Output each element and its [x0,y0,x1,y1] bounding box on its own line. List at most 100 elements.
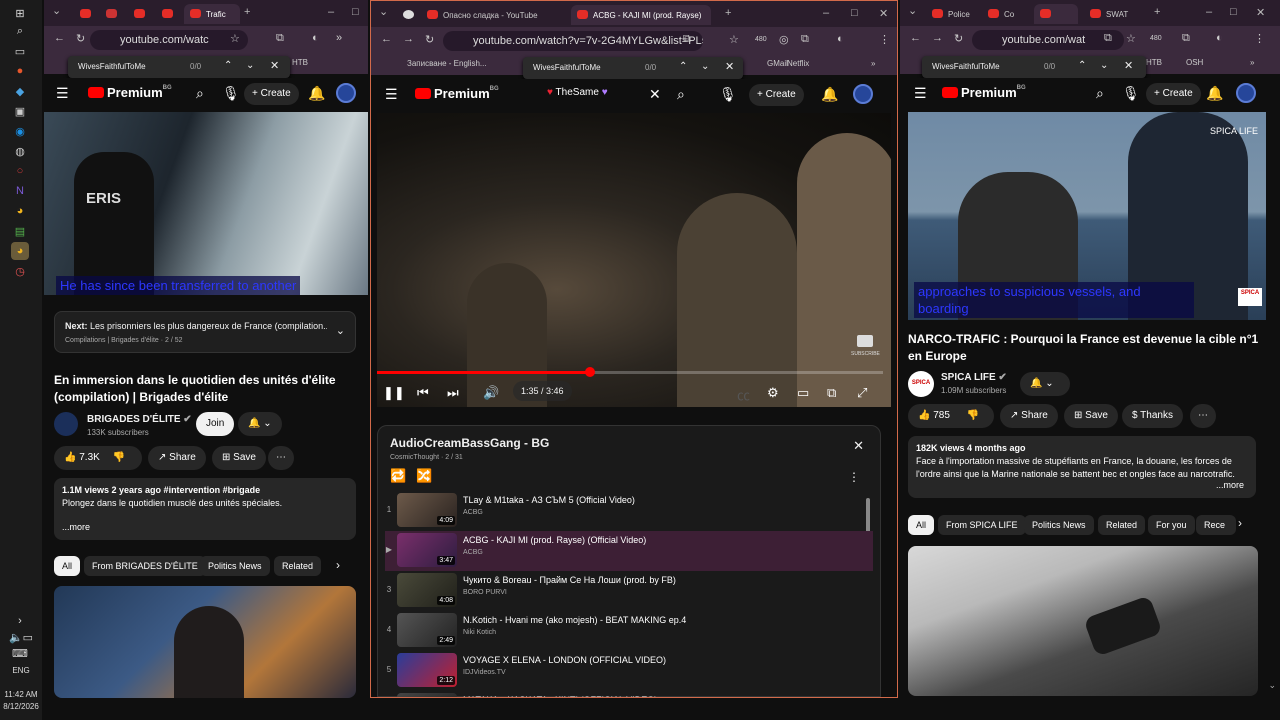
subscribe-watermark-icon[interactable] [857,335,873,347]
firefox-icon[interactable]: ● [11,62,29,80]
chevron-down-icon[interactable]: ⌄ [336,324,345,337]
chevron-up-icon[interactable]: ⌃ [1078,60,1086,71]
search-query[interactable]: ♥ TheSame ♥ [547,87,608,98]
miniplayer-icon[interactable]: ▭ [797,385,809,401]
channel-name[interactable]: BRIGADES D'ÉLITE ✔ [87,414,192,425]
chip-related[interactable]: Related [1098,515,1146,535]
app-icon[interactable]: ▣ [11,102,29,120]
find-input[interactable]: WivesFaithfulToMe [78,62,146,71]
cast-icon[interactable]: ⧉ [827,385,836,401]
more-actions-button[interactable]: ⋯ [268,446,294,470]
back-icon[interactable]: ← [54,32,65,44]
notification-bell-button[interactable]: 🔔 ⌄ [1020,372,1070,396]
clock-date[interactable]: 8/12/2026 [0,702,42,711]
chevron-up-icon[interactable]: ⌃ [224,60,232,71]
create-button[interactable]: + Create [244,83,299,105]
chip-from-channel[interactable]: From SPICA LIFE [938,515,1026,535]
previous-icon[interactable]: ⏮ [417,385,429,401]
app-icon[interactable]: ▤ [11,222,29,240]
microphone-icon[interactable]: 🎙 [222,85,240,102]
channel-avatar[interactable]: SPICA [908,371,934,397]
video-player[interactable]: SUBSCRIBE ❚❚ ⏮ ⏭ 🔊 1:35 / 3:46 ㏄ ⚙ ▭ ⧉ ⤢ [377,113,891,407]
minimize-icon[interactable]: – [823,7,829,19]
bookmark-item[interactable]: GMail [767,59,788,68]
extensions-icon[interactable]: ⧉ [276,32,284,45]
recommended-thumbnail[interactable] [54,586,356,698]
close-playlist-icon[interactable]: ✕ [853,438,864,454]
notifications-icon[interactable]: 🔔 [308,85,325,102]
reload-icon[interactable]: ↻ [954,32,963,45]
chevron-right-icon[interactable]: › [1238,516,1242,530]
chip-related[interactable]: Related [274,556,322,576]
youtube-premium-logo[interactable]: PremiumBG [942,85,1026,100]
maximize-icon[interactable]: □ [851,7,858,19]
more-link[interactable]: ...more [62,521,348,534]
notification-bell-button[interactable]: 🔔 ⌄ [238,412,282,436]
progress-scrubber[interactable] [584,367,595,377]
channel-avatar[interactable] [54,412,78,436]
menu-icon[interactable]: ☰ [56,85,69,102]
more-actions-button[interactable]: ⋯ [1190,404,1216,428]
playlist-item[interactable]: 1 4:09 TLay & M1taka - АЗ СЪМ 5 (Official … [385,491,873,531]
menu-dots-icon[interactable]: ⋮ [879,33,890,46]
keyboard-icon[interactable]: ⌨ [11,644,29,662]
playlist-menu-icon[interactable]: ⋮ [848,470,860,484]
loop-icon[interactable]: 🔁 [390,468,406,484]
playlist-item[interactable]: 6M1TAKA x KASKATA - KINTI (OFFICIAL VIDE… [385,691,873,697]
url-field[interactable]: youtube.com/wat [972,30,1124,50]
search-icon[interactable]: ⌕ [11,22,29,40]
minimize-icon[interactable]: – [328,6,334,18]
recommended-thumbnail[interactable] [908,546,1258,696]
bookmark-item[interactable]: Netflix [787,59,809,68]
playlist-item-current[interactable]: ▶ 3:47 ACBG - KAJI MI (prod. Rayse) (Offic… [385,531,873,571]
new-tab-icon[interactable]: + [725,7,731,19]
bookmark-star-icon[interactable]: ☆ [729,33,739,46]
resolution-badge[interactable]: 480 [1150,35,1162,42]
cast-icon[interactable]: ⧉ [683,33,691,46]
menu-dots-icon[interactable]: ⋮ [1254,32,1265,45]
notifications-icon[interactable]: 🔔 [821,86,838,103]
reload-icon[interactable]: ↻ [76,32,85,45]
chrome-active-icon[interactable]: ◕ [11,242,29,260]
playlist-title[interactable]: AudioCreamBassGang - BG [390,436,549,450]
find-input[interactable]: WivesFaithfulToMe [533,63,601,72]
chevron-down-icon[interactable]: ⌄ [1100,60,1108,71]
captions-icon[interactable]: ㏄ [737,385,750,404]
tab[interactable]: Co [982,4,1030,24]
tab[interactable] [100,4,122,24]
like-dislike-button[interactable]: 👍 785 👎 [908,404,994,428]
chip-for-you[interactable]: For you [1148,515,1195,535]
extension-icon[interactable]: ◐ [1216,32,1223,44]
close-icon[interactable]: ✕ [1124,59,1133,72]
reload-icon[interactable]: ↻ [425,33,434,46]
start-icon[interactable]: ⊞ [11,4,29,22]
app-icon[interactable]: ○ [11,162,29,180]
microphone-icon[interactable]: 🎙 [1122,85,1140,102]
chevron-right-icon[interactable]: › [336,558,340,572]
tab[interactable]: SWAT [1084,4,1144,24]
tab-active[interactable] [1034,4,1078,24]
youtube-premium-logo[interactable]: PremiumBG [415,86,499,101]
extension-icon[interactable]: ◐ [837,33,844,45]
youtube-premium-logo[interactable]: PremiumBG [88,85,172,100]
new-tab-icon[interactable]: + [244,6,250,18]
notifications-icon[interactable]: 🔔 [1206,85,1223,102]
extensions-icon[interactable]: ⧉ [1182,32,1190,45]
chevron-up-icon[interactable]: ⌃ [679,61,687,72]
bookmark-star-icon[interactable]: ☆ [1126,32,1136,45]
clock-time[interactable]: 11:42 AM [0,690,42,699]
onenote-icon[interactable]: N [11,182,29,200]
save-button[interactable]: ⊞ Save [1064,404,1118,428]
tab-active[interactable]: ACBG - KAJI MI (prod. Rayse) [571,5,711,25]
playlist-item[interactable]: 5 2:12 VOYAGE X ELENA - LONDON (OFFICIAL V… [385,651,873,691]
app-icon[interactable]: ◍ [11,142,29,160]
thanks-button[interactable]: $ Thanks [1122,404,1183,428]
close-window-icon[interactable]: ✕ [1256,6,1265,19]
create-button[interactable]: + Create [749,84,804,106]
clock-icon[interactable]: ◷ [11,262,29,280]
chevron-down-icon[interactable]: ⌄ [701,61,709,72]
more-bookmarks-icon[interactable]: » [1250,58,1254,67]
video-player[interactable]: ERIS He has since been transferred to an… [44,112,368,295]
menu-icon[interactable]: ☰ [385,86,398,103]
tab[interactable] [397,5,419,25]
